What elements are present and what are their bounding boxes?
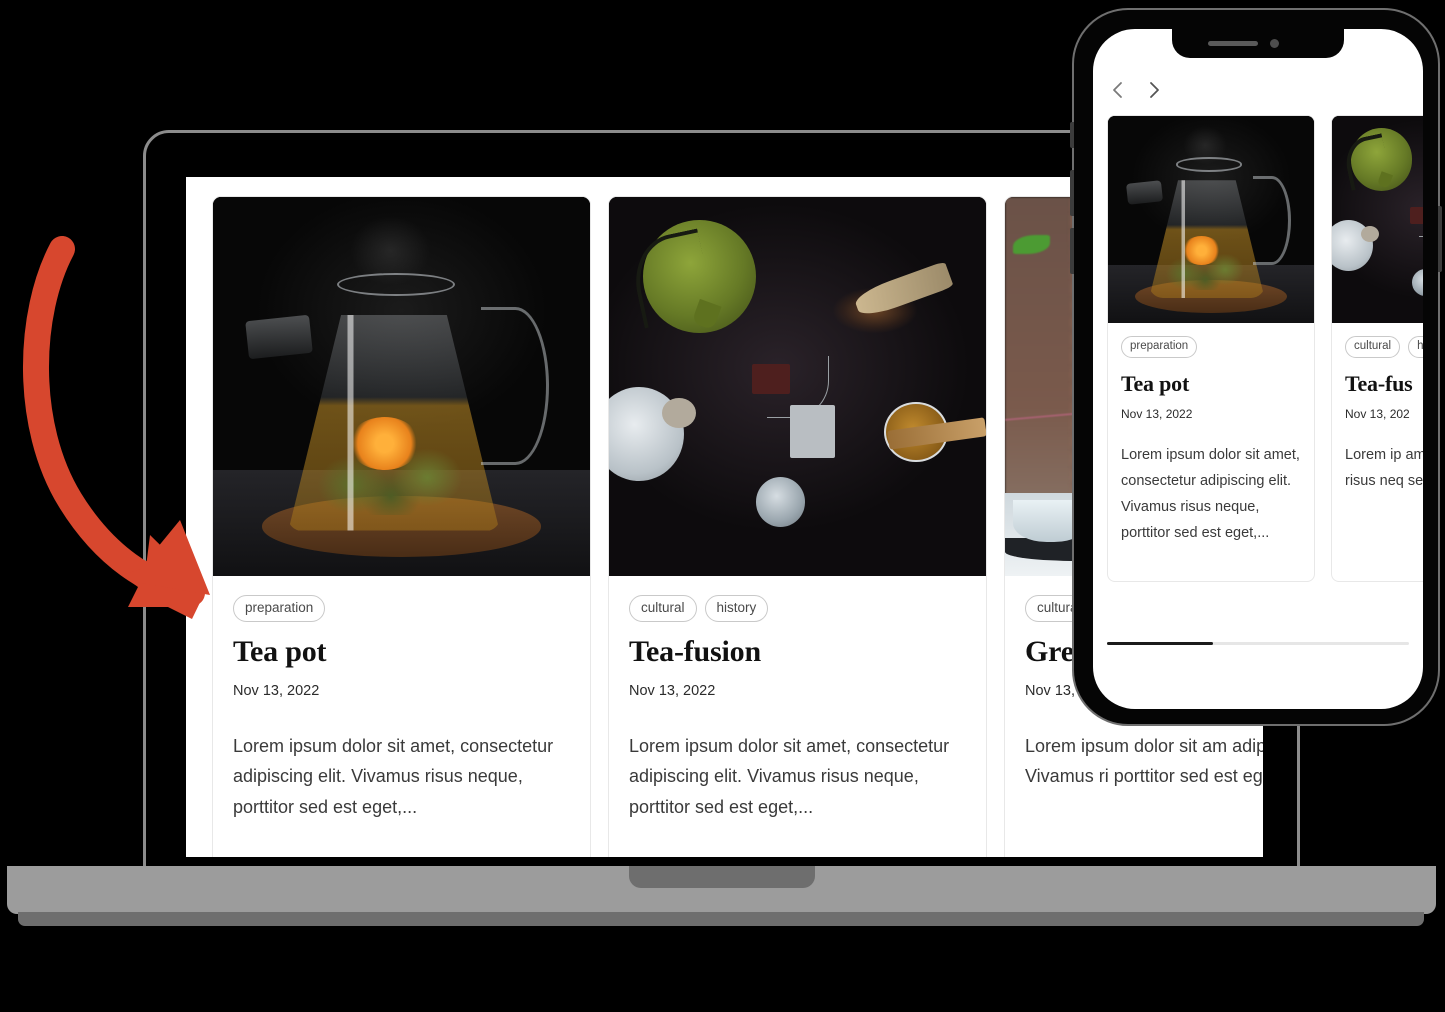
tag-pill[interactable]: history bbox=[704, 595, 769, 622]
carousel-nav bbox=[1107, 79, 1165, 101]
post-excerpt: Lorem ipsum dolor sit amet, consectetur … bbox=[1121, 447, 1300, 541]
tag-row: cultural history bbox=[629, 595, 966, 622]
tag-pill[interactable]: preparation bbox=[233, 595, 326, 622]
phone-front-camera bbox=[1270, 39, 1279, 48]
post-card[interactable]: preparation Tea pot Nov 13, 2022 Lorem i… bbox=[212, 196, 591, 857]
laptop-base-notch bbox=[628, 866, 815, 888]
post-date: Nov 13, 2022 bbox=[629, 682, 716, 699]
carousel-scrollbar-track[interactable] bbox=[1107, 642, 1409, 645]
post-title[interactable]: Tea-fusion bbox=[629, 635, 966, 669]
laptop-base-foot bbox=[18, 912, 1424, 926]
post-date: Nov 13, 2022 bbox=[233, 682, 320, 699]
post-card[interactable]: preparation Tea pot Nov 13, 2022 Lorem i… bbox=[1107, 115, 1315, 582]
post-image-tea-fusion bbox=[609, 197, 986, 576]
phone-power-button[interactable] bbox=[1438, 206, 1442, 272]
phone-shell: preparation Tea pot Nov 13, 2022 Lorem i… bbox=[1070, 8, 1442, 726]
chevron-left-icon[interactable] bbox=[1107, 79, 1129, 101]
phone-volume-down-button[interactable] bbox=[1070, 228, 1074, 274]
post-body: cultural history Tea-fusion Nov 13, 2022… bbox=[609, 576, 986, 857]
phone-screen: preparation Tea pot Nov 13, 2022 Lorem i… bbox=[1093, 29, 1423, 709]
tag-row: preparation bbox=[233, 595, 570, 622]
phone-earpiece-speaker bbox=[1208, 41, 1258, 46]
post-title[interactable]: Tea pot bbox=[233, 635, 570, 669]
post-excerpt: Lorem ipsum dolor sit amet, consectetur … bbox=[629, 735, 950, 818]
post-excerpt: Lorem ip amet, co adipiscin risus neq se… bbox=[1345, 447, 1423, 490]
phone-card-carousel[interactable]: preparation Tea pot Nov 13, 2022 Lorem i… bbox=[1107, 115, 1423, 582]
phone-mockup: preparation Tea pot Nov 13, 2022 Lorem i… bbox=[1070, 8, 1442, 726]
tag-pill[interactable]: preparation bbox=[1121, 336, 1198, 359]
tag-pill[interactable]: history bbox=[1408, 336, 1423, 359]
tag-pill[interactable]: cultural bbox=[629, 595, 697, 622]
carousel-scrollbar-thumb[interactable] bbox=[1107, 642, 1213, 645]
post-title[interactable]: Tea-fus bbox=[1345, 371, 1423, 397]
post-excerpt: Lorem ipsum dolor sit amet, consectetur … bbox=[233, 735, 554, 818]
post-body: cultural history Tea-fus Nov 13, 202 Lor… bbox=[1332, 323, 1423, 529]
tag-pill[interactable]: cultural bbox=[1345, 336, 1401, 359]
post-card[interactable]: cultural history Tea-fus Nov 13, 202 Lor… bbox=[1331, 115, 1423, 582]
chevron-right-icon[interactable] bbox=[1143, 79, 1165, 101]
post-card[interactable]: cultural history Tea-fusion Nov 13, 2022… bbox=[608, 196, 987, 857]
post-excerpt: Lorem ipsum dolor sit am adipiscing elit… bbox=[1025, 735, 1263, 787]
tag-row: cultural history bbox=[1345, 336, 1423, 359]
phone-volume-up-button[interactable] bbox=[1070, 170, 1074, 216]
phone-mute-switch[interactable] bbox=[1070, 122, 1074, 148]
phone-notch bbox=[1172, 29, 1344, 58]
post-image-tea-pot bbox=[1108, 116, 1314, 323]
laptop-base bbox=[7, 866, 1436, 914]
post-date: Nov 13, 202 bbox=[1345, 407, 1410, 422]
post-body: preparation Tea pot Nov 13, 2022 Lorem i… bbox=[1108, 323, 1314, 581]
post-title[interactable]: Tea pot bbox=[1121, 371, 1301, 397]
post-image-tea-fusion bbox=[1332, 116, 1423, 323]
post-image-tea-pot bbox=[213, 197, 590, 576]
post-body: preparation Tea pot Nov 13, 2022 Lorem i… bbox=[213, 576, 590, 857]
tag-row: preparation bbox=[1121, 336, 1301, 359]
post-date: Nov 13, 2022 bbox=[1121, 407, 1193, 422]
